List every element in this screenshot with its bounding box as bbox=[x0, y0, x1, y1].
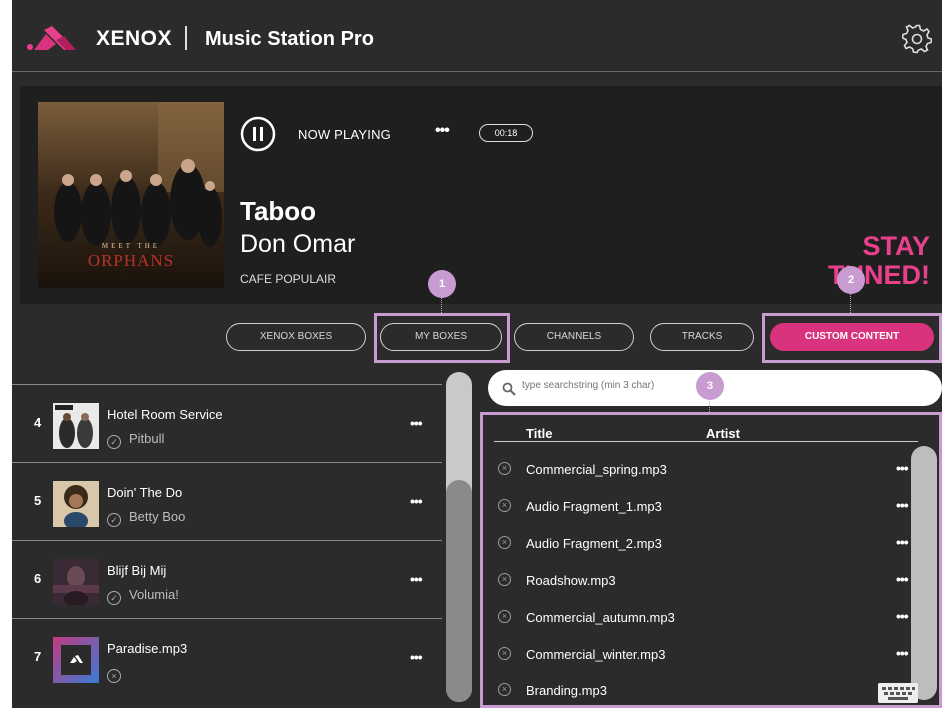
row-more-button[interactable]: ••• bbox=[410, 649, 423, 665]
table-row[interactable]: × Branding.mp3 bbox=[486, 675, 926, 708]
column-header-title[interactable]: Title bbox=[526, 426, 553, 441]
check-circle-icon: ✓ bbox=[107, 513, 121, 527]
row-more-button[interactable]: ••• bbox=[896, 645, 909, 661]
now-playing-more-button[interactable]: ••• bbox=[435, 122, 450, 140]
now-playing-label: NOW PLAYING bbox=[298, 127, 391, 142]
brand-name: XENOX bbox=[96, 27, 173, 50]
app-title: Music Station Pro bbox=[205, 28, 374, 50]
track-thumbnail bbox=[53, 403, 99, 449]
row-number: 6 bbox=[34, 571, 42, 586]
album-cover: MEET THE ORPHANS bbox=[38, 102, 224, 288]
track-artist: ✓ Volumia! bbox=[107, 587, 179, 605]
table-row[interactable]: × Commercial_spring.mp3 ••• bbox=[486, 454, 926, 490]
column-header-artist[interactable]: Artist bbox=[706, 426, 740, 441]
xenox-logo bbox=[27, 26, 76, 50]
row-number: 5 bbox=[34, 493, 42, 508]
pause-icon[interactable] bbox=[240, 116, 276, 152]
playlist-row[interactable]: 5 Doin' The Do ✓ Betty Boo ••• bbox=[12, 462, 442, 541]
row-more-button[interactable]: ••• bbox=[896, 534, 909, 550]
row-number: 4 bbox=[34, 415, 42, 430]
gear-icon[interactable] bbox=[902, 24, 932, 54]
track-artist: ✓ Pitbull bbox=[107, 431, 164, 449]
svg-text:MEET THE: MEET THE bbox=[102, 242, 160, 250]
track-thumbnail bbox=[53, 481, 99, 527]
annotation-badge-3: 3 bbox=[696, 372, 724, 400]
file-name: Commercial_spring.mp3 bbox=[526, 462, 667, 477]
check-circle-icon: ✓ bbox=[107, 435, 121, 449]
file-name: Audio Fragment_2.mp3 bbox=[526, 536, 662, 551]
playback-time: 00:18 bbox=[479, 124, 533, 142]
remove-circle-icon[interactable]: × bbox=[498, 610, 511, 623]
music-station-app: XENOX Music Station Pro MEET THE ORPHANS… bbox=[12, 0, 942, 708]
remove-circle-icon[interactable]: × bbox=[498, 647, 511, 660]
track-title: Taboo bbox=[240, 196, 317, 226]
annotation-badge-2: 2 bbox=[837, 266, 865, 294]
remove-circle-icon[interactable]: × bbox=[498, 536, 511, 549]
annotation-badge-1: 1 bbox=[428, 270, 456, 298]
annotation-line-3 bbox=[709, 398, 710, 412]
remove-circle-icon[interactable]: × bbox=[498, 462, 511, 475]
track-thumbnail bbox=[53, 559, 99, 605]
track-title: Hotel Room Service bbox=[107, 407, 223, 422]
channel-name: CAFE POPULAIR bbox=[240, 272, 337, 286]
search-icon bbox=[502, 382, 516, 396]
remove-circle-icon[interactable]: × bbox=[498, 499, 511, 512]
annotation-line-1 bbox=[441, 298, 442, 313]
table-row[interactable]: × Audio Fragment_2.mp3 ••• bbox=[486, 528, 926, 564]
playlist-row[interactable]: 6 Blijf Bij Mij ✓ Volumia! ••• bbox=[12, 540, 442, 619]
header-divider bbox=[12, 71, 942, 72]
row-more-button[interactable]: ••• bbox=[896, 460, 909, 476]
playlist: 4 Hotel Room Service ✓ Pitbull ••• 5 Doin… bbox=[12, 384, 442, 708]
track-title: Blijf Bij Mij bbox=[107, 563, 167, 578]
playlist-row[interactable]: 4 Hotel Room Service ✓ Pitbull ••• bbox=[12, 384, 442, 463]
track-status: × bbox=[107, 665, 129, 683]
annotation-line-2 bbox=[850, 294, 851, 313]
table-row[interactable]: × Commercial_winter.mp3 ••• bbox=[486, 639, 926, 675]
file-name: Audio Fragment_1.mp3 bbox=[526, 499, 662, 514]
remove-circle-icon[interactable]: × bbox=[498, 683, 511, 696]
tab-tracks[interactable]: TRACKS bbox=[650, 323, 754, 351]
row-more-button[interactable]: ••• bbox=[410, 571, 423, 587]
remove-circle-icon[interactable]: × bbox=[498, 573, 511, 586]
playlist-row[interactable]: 7 Paradise.mp3 × ••• bbox=[12, 618, 442, 697]
tab-my-boxes[interactable]: MY BOXES bbox=[380, 323, 502, 351]
table-row[interactable]: × Roadshow.mp3 ••• bbox=[486, 565, 926, 601]
search-input[interactable] bbox=[520, 379, 824, 392]
svg-text:ORPHANS: ORPHANS bbox=[88, 251, 174, 270]
custom-content-table: Title Artist × Commercial_spring.mp3 •••… bbox=[486, 420, 936, 704]
row-number: 7 bbox=[34, 649, 42, 664]
tab-xenox-boxes[interactable]: XENOX BOXES bbox=[226, 323, 366, 351]
tab-custom-content[interactable]: CUSTOM CONTENT bbox=[770, 323, 934, 351]
now-playing-panel: MEET THE ORPHANS NOW PLAYING ••• 00:18 T… bbox=[20, 86, 942, 304]
tab-channels[interactable]: CHANNELS bbox=[514, 323, 634, 351]
table-row[interactable]: × Commercial_autumn.mp3 ••• bbox=[486, 602, 926, 638]
table-row[interactable]: × Audio Fragment_1.mp3 ••• bbox=[486, 491, 926, 527]
track-title: Paradise.mp3 bbox=[107, 641, 188, 656]
track-thumbnail bbox=[53, 637, 99, 683]
file-name: Commercial_winter.mp3 bbox=[526, 647, 666, 662]
file-name: Branding.mp3 bbox=[526, 683, 607, 698]
track-artist: ✓ Betty Boo bbox=[107, 509, 185, 527]
file-name: Roadshow.mp3 bbox=[526, 573, 616, 588]
header: XENOX Music Station Pro bbox=[12, 0, 942, 72]
header-divider bbox=[494, 441, 918, 442]
track-title: Doin' The Do bbox=[107, 485, 183, 500]
row-more-button[interactable]: ••• bbox=[896, 497, 909, 513]
keyboard-icon[interactable] bbox=[878, 683, 918, 703]
content-scrollbar[interactable] bbox=[911, 446, 937, 700]
file-name: Commercial_autumn.mp3 bbox=[526, 610, 675, 625]
track-artist: Don Omar bbox=[240, 230, 356, 258]
playlist-scrollbar-thumb[interactable] bbox=[446, 480, 472, 702]
remove-circle-icon[interactable]: × bbox=[107, 669, 121, 683]
brand-divider bbox=[185, 26, 187, 50]
row-more-button[interactable]: ••• bbox=[896, 608, 909, 624]
check-circle-icon: ✓ bbox=[107, 591, 121, 605]
row-more-button[interactable]: ••• bbox=[896, 571, 909, 587]
row-more-button[interactable]: ••• bbox=[410, 493, 423, 509]
row-more-button[interactable]: ••• bbox=[410, 415, 423, 431]
